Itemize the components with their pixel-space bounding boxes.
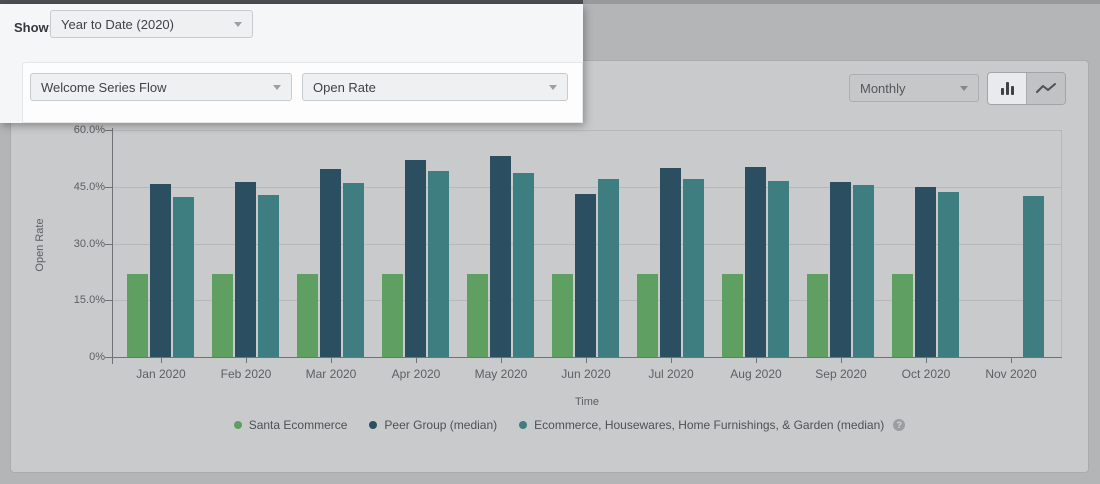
plot-right-border: [1061, 131, 1062, 358]
show-label: Show:: [14, 20, 53, 35]
legend-dot: [369, 421, 377, 429]
bar[interactable]: [150, 184, 171, 358]
chevron-down-icon: [234, 22, 242, 27]
bar[interactable]: [212, 274, 233, 358]
x-tick-mark: [416, 358, 417, 363]
x-tick-label: Oct 2020: [881, 367, 971, 381]
x-tick-label: Sep 2020: [796, 367, 886, 381]
x-tick-mark: [756, 358, 757, 363]
chevron-down-icon: [273, 85, 281, 90]
x-tick-mark: [1011, 358, 1012, 363]
x-tick-mark: [841, 358, 842, 363]
bar[interactable]: [892, 274, 913, 358]
bar[interactable]: [235, 182, 256, 358]
legend-dot: [234, 421, 242, 429]
bar[interactable]: [467, 274, 488, 358]
bar[interactable]: [343, 183, 364, 358]
y-tick-mark: [105, 244, 112, 245]
bar[interactable]: [637, 274, 658, 358]
x-axis-line: [112, 357, 1062, 358]
x-tick-label: May 2020: [456, 367, 546, 381]
y-tick-mark: [105, 300, 112, 301]
x-tick-mark: [501, 358, 502, 363]
bar[interactable]: [768, 181, 789, 358]
x-axis-label: Time: [112, 396, 1062, 408]
bar[interactable]: [428, 171, 449, 358]
x-tick-mark: [161, 358, 162, 363]
flow-dropdown-value: Welcome Series Flow: [41, 80, 166, 95]
x-tick-mark: [671, 358, 672, 363]
bar[interactable]: [1023, 196, 1044, 358]
gridline: [112, 130, 1062, 131]
chevron-down-icon: [549, 85, 557, 90]
bar[interactable]: [382, 274, 403, 358]
y-tick-label: 45.0%: [47, 181, 105, 193]
metric-dropdown-value: Open Rate: [313, 80, 376, 95]
y-tick-label: 0%: [47, 351, 105, 363]
bar[interactable]: [575, 194, 596, 358]
y-axis-label: Open Rate: [34, 185, 48, 305]
y-tick-label: 15.0%: [47, 294, 105, 306]
y-axis-line: [112, 128, 113, 364]
y-tick-mark: [105, 187, 112, 188]
legend-item: Santa Ecommerce: [234, 418, 348, 432]
legend-label: Santa Ecommerce: [249, 418, 348, 432]
y-tick-label: 30.0%: [47, 238, 105, 250]
x-tick-label: Jan 2020: [116, 367, 206, 381]
bar[interactable]: [513, 173, 534, 358]
bar[interactable]: [660, 168, 681, 358]
bar[interactable]: [853, 185, 874, 358]
x-tick-mark: [331, 358, 332, 363]
bar[interactable]: [258, 195, 279, 358]
x-tick-label: Feb 2020: [201, 367, 291, 381]
flow-dropdown[interactable]: Welcome Series Flow: [30, 73, 292, 101]
bar[interactable]: [552, 274, 573, 358]
x-tick-label: Aug 2020: [711, 367, 801, 381]
spotlight-panel: Show: Year to Date (2020) Welcome Series…: [0, 4, 583, 123]
bar[interactable]: [297, 274, 318, 358]
bar[interactable]: [807, 274, 828, 358]
bar[interactable]: [830, 182, 851, 358]
legend-label: Ecommerce, Housewares, Home Furnishings,…: [534, 418, 884, 432]
x-tick-label: Jul 2020: [626, 367, 716, 381]
x-tick-mark: [586, 358, 587, 363]
x-tick-label: Mar 2020: [286, 367, 376, 381]
bar[interactable]: [173, 197, 194, 358]
help-icon[interactable]: ?: [893, 419, 905, 431]
bar[interactable]: [405, 160, 426, 358]
y-tick-mark: [105, 130, 112, 131]
chart-legend: Santa Ecommerce Peer Group (median) Ecomme…: [11, 418, 1088, 432]
x-tick-label: Apr 2020: [371, 367, 461, 381]
bar[interactable]: [598, 179, 619, 358]
period-dropdown-value: Year to Date (2020): [61, 17, 174, 32]
bar[interactable]: [722, 274, 743, 358]
legend-item: Ecommerce, Housewares, Home Furnishings,…: [519, 418, 905, 432]
plot-area: [112, 131, 1062, 358]
legend-item: Peer Group (median): [369, 418, 497, 432]
x-tick-mark: [926, 358, 927, 363]
y-tick-label: 60.0%: [47, 124, 105, 136]
dashboard-screen: Monthly Open Rate Time Santa EcommercePe…: [0, 0, 1100, 484]
bar[interactable]: [490, 156, 511, 358]
bar[interactable]: [915, 187, 936, 358]
bar[interactable]: [745, 167, 766, 358]
legend-label: Peer Group (median): [384, 418, 497, 432]
bar[interactable]: [127, 274, 148, 358]
legend-dot: [519, 421, 527, 429]
x-tick-mark: [246, 358, 247, 363]
bar[interactable]: [683, 179, 704, 358]
metric-dropdown[interactable]: Open Rate: [302, 73, 568, 101]
top-strip-dimmed: [583, 0, 1100, 4]
bar[interactable]: [938, 192, 959, 358]
x-tick-label: Jun 2020: [541, 367, 631, 381]
x-tick-label: Nov 2020: [966, 367, 1056, 381]
y-tick-mark: [105, 357, 112, 358]
period-dropdown[interactable]: Year to Date (2020): [50, 10, 253, 38]
bar[interactable]: [320, 169, 341, 358]
